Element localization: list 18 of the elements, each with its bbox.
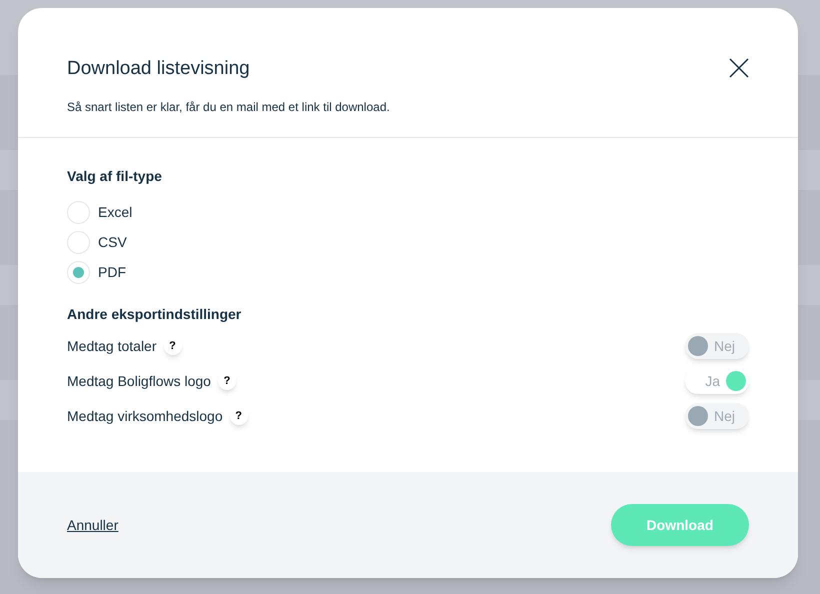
section-heading: Valg af fil-type	[67, 167, 163, 186]
section-heading: Andre eksportindstillinger	[67, 305, 242, 324]
help-badge[interactable]: ?	[230, 407, 248, 425]
radio-label: CSV	[98, 233, 127, 252]
cancel-link[interactable]: Annuller	[67, 514, 118, 536]
radio-button[interactable]	[67, 231, 90, 254]
dialog-title: Download listevisning	[67, 57, 250, 81]
setting-label: Medtag virksomhedslogo	[67, 406, 223, 426]
setting-label: Medtag totaler	[67, 336, 156, 356]
setting-label: Medtag Boligflows logo	[67, 372, 211, 391]
radio-button[interactable]	[67, 261, 90, 284]
close-icon[interactable]	[729, 58, 749, 78]
dialog-subtitle: Så snart listen er klar, får du en mail med et link til download.	[67, 98, 390, 116]
radio-button[interactable]	[67, 201, 90, 224]
radio-label: PDF	[98, 263, 126, 282]
radio-label: Excel	[98, 203, 132, 222]
help-badge[interactable]: ?	[218, 372, 236, 390]
help-badge[interactable]: ?	[164, 337, 182, 355]
